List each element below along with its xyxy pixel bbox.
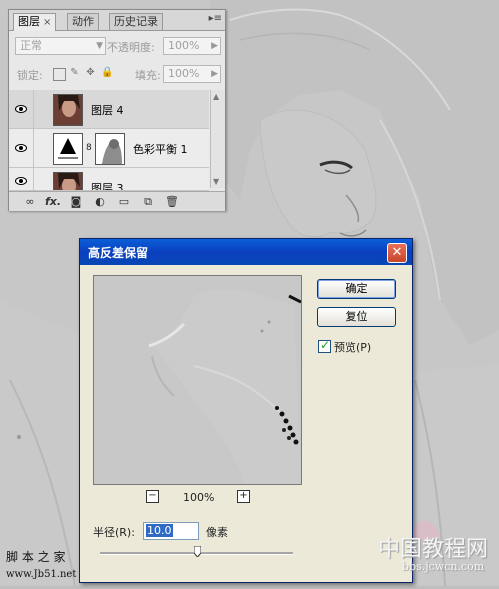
radius-input[interactable]: 10.0 (143, 522, 199, 540)
adjustment-layer-icon[interactable]: ◐ (93, 195, 107, 208)
zoom-out-button[interactable]: − (146, 490, 159, 503)
mask-thumbnail (95, 133, 125, 165)
tab-actions[interactable]: 动作 (67, 13, 99, 30)
lock-label: 锁定: (17, 69, 43, 82)
layers-panel: 图层 × 动作 历史记录 ▸≡ 正常 ▼ 不透明度: 100% ▶ 锁定: ✎ ✥… (8, 9, 226, 211)
fx-icon[interactable]: fx. (43, 195, 63, 208)
preview-checkbox-label: 预览(P) (334, 341, 372, 354)
reset-button[interactable]: 复位 (317, 307, 396, 327)
ok-button-label: 确定 (345, 282, 368, 295)
blend-row: 正常 ▼ 不透明度: 100% ▶ (9, 37, 225, 57)
eye-icon (15, 177, 27, 185)
layer-thumbnail (53, 172, 83, 190)
tab-actions-label: 动作 (72, 15, 94, 28)
ok-button[interactable]: 确定 (317, 279, 396, 299)
tab-layers[interactable]: 图层 × (13, 13, 57, 31)
visibility-toggle[interactable] (9, 90, 34, 128)
visibility-toggle[interactable] (9, 129, 34, 167)
filter-preview[interactable] (93, 275, 302, 485)
radius-slider-thumb[interactable] (193, 546, 201, 557)
link-layers-icon[interactable]: ∞ (23, 195, 37, 208)
watermark-left-top: 脚 本 之 家 (6, 550, 66, 564)
lock-row: 锁定: ✎ ✥ 🔒 填充: 100% ▶ (9, 65, 225, 85)
fill-field[interactable]: 100% ▶ (163, 65, 221, 83)
radius-value: 10.0 (146, 524, 173, 537)
layer-name: 图层 3 (91, 182, 124, 191)
radius-unit: 像素 (206, 526, 228, 539)
zoom-level: 100% (183, 491, 215, 504)
dialog-title: 高反差保留 (88, 246, 149, 260)
layer-thumbnail (53, 94, 83, 126)
layer-row-color-balance[interactable]: 8 色彩平衡 1 (9, 129, 209, 168)
preview-checkbox[interactable]: ✓ (318, 338, 331, 353)
panel-tab-strip: 图层 × 动作 历史记录 ▸≡ (9, 10, 225, 31)
zoom-in-button[interactable]: + (237, 490, 250, 503)
color-balance-icon (58, 138, 78, 159)
blend-mode-select[interactable]: 正常 ▼ (15, 37, 106, 55)
eye-icon (15, 144, 27, 152)
reset-button-label: 复位 (345, 310, 368, 323)
opacity-label: 不透明度: (107, 41, 155, 54)
layer-row-4[interactable]: 图层 4 (9, 90, 209, 129)
scroll-down-icon[interactable]: ▼ (213, 177, 219, 186)
close-icon: ✕ (391, 245, 403, 260)
dialog-titlebar[interactable]: 高反差保留 ✕ (80, 239, 412, 265)
adjustment-thumbnail (53, 133, 83, 165)
watermark-right-bottom: bbs.jcwcn.com (402, 560, 485, 573)
watermark-left-bottom: www.Jb51.net (6, 569, 77, 580)
radius-label: 半径(R): (93, 526, 135, 539)
checkmark-icon: ✓ (320, 338, 331, 352)
chevron-right-icon: ▶ (211, 41, 218, 51)
plus-icon: + (239, 490, 248, 501)
close-button[interactable]: ✕ (387, 243, 407, 263)
preview-image (94, 276, 301, 484)
new-group-icon[interactable]: ▭ (117, 195, 131, 208)
tab-layers-label: 图层 (18, 15, 40, 28)
scroll-up-icon[interactable]: ▲ (213, 92, 219, 101)
opacity-value: 100% (168, 39, 200, 52)
layers-panel-toolbar: ∞ fx. ◙ ◐ ▭ ⧉ 🗑 (9, 191, 225, 211)
tab-history[interactable]: 历史记录 (109, 13, 163, 30)
watermark-right-top: 中国教程网 (378, 537, 489, 562)
link-icon: 8 (86, 143, 92, 153)
lock-all-icon[interactable]: 🔒 (101, 67, 113, 78)
lock-brush-icon[interactable]: ✎ (69, 67, 80, 78)
high-pass-dialog: 高反差保留 ✕ 确定 复位 ✓ 预览(P) − 100% + 半径(R): 10… (79, 238, 413, 583)
trash-icon[interactable]: 🗑 (165, 195, 179, 208)
close-icon[interactable]: × (43, 17, 51, 28)
tab-history-label: 历史记录 (114, 15, 158, 28)
chevron-down-icon: ▼ (96, 41, 103, 51)
minus-icon: − (148, 490, 157, 501)
layer-name: 图层 4 (91, 104, 124, 117)
layer-name: 色彩平衡 1 (133, 143, 188, 156)
layer-row-3[interactable]: 图层 3 (9, 168, 209, 191)
fill-value: 100% (168, 67, 200, 80)
layers-scrollbar[interactable]: ▲ ▼ (210, 90, 225, 188)
panel-menu-icon[interactable]: ▸≡ (209, 13, 222, 24)
lock-transparent-icon[interactable] (53, 68, 66, 81)
blend-mode-value: 正常 (20, 39, 42, 52)
opacity-field[interactable]: 100% ▶ (163, 37, 221, 55)
chevron-right-icon: ▶ (211, 69, 218, 79)
add-mask-icon[interactable]: ◙ (69, 195, 83, 208)
new-layer-icon[interactable]: ⧉ (141, 195, 155, 208)
eye-icon (15, 105, 27, 113)
lock-move-icon[interactable]: ✥ (85, 67, 96, 78)
fill-label: 填充: (135, 69, 161, 82)
visibility-toggle[interactable] (9, 168, 34, 190)
